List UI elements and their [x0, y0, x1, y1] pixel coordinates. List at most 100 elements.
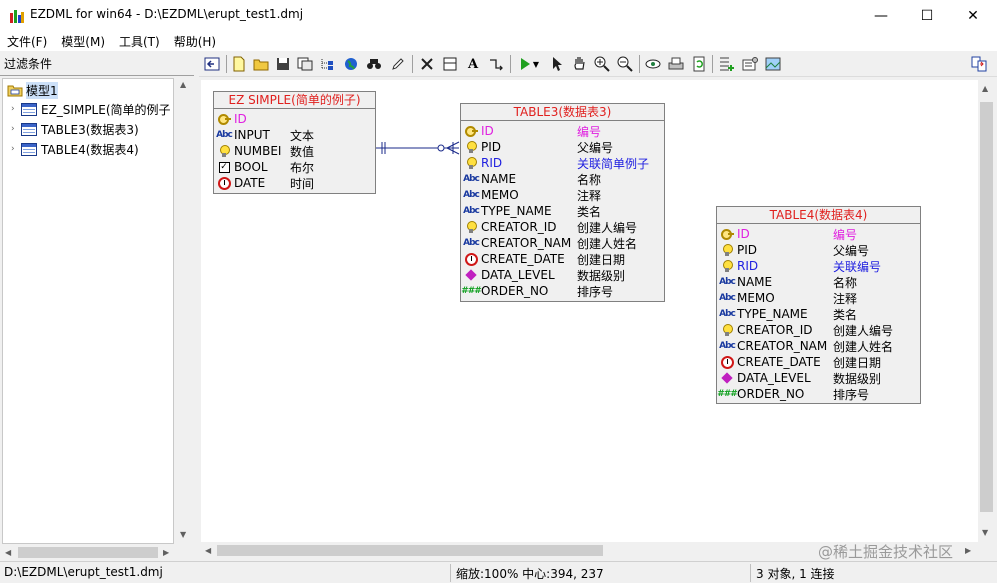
tree-root-model[interactable]: 模型1 [7, 81, 58, 99]
field-bulb-icon [719, 259, 735, 273]
menu-model[interactable]: 模型(M) [54, 31, 112, 51]
run-menu-icon: ▼ [532, 59, 540, 69]
view-button[interactable] [643, 54, 663, 74]
expand-chevron-icon[interactable]: › [11, 144, 21, 154]
field-row[interactable]: ### ORDER_NO 排序号 [717, 386, 869, 402]
field-row[interactable]: Abc MEMO 注释 [719, 290, 857, 306]
scroll-right-icon[interactable]: ▶ [163, 548, 169, 557]
minimize-button[interactable]: — [858, 0, 904, 31]
hand-button[interactable] [570, 54, 590, 74]
field-row[interactable]: DATA_LEVEL 数据级别 [719, 370, 881, 386]
switch-button[interactable] [969, 54, 989, 74]
field-name: CREATOR_NAM [481, 236, 572, 250]
properties-button[interactable] [740, 54, 760, 74]
back-button[interactable] [202, 54, 222, 74]
save-button[interactable] [273, 54, 293, 74]
entity-title: EZ SIMPLE(简单的例子) [214, 92, 375, 109]
maximize-button[interactable]: ☐ [904, 0, 950, 31]
zoom-in-button[interactable] [592, 54, 612, 74]
field-row[interactable]: RID 关联简单例子 [463, 155, 649, 171]
field-row[interactable]: ✓ BOOL 布尔 [216, 159, 314, 175]
model-tree[interactable]: 模型1 › EZ_SIMPLE(简单的例子 › TABLE3(数据表3) › T… [2, 78, 174, 544]
tree-item-table4[interactable]: › TABLE4(数据表4) [11, 140, 139, 158]
field-row[interactable]: Abc MEMO 注释 [463, 187, 601, 203]
field-row[interactable]: ID [216, 111, 286, 127]
field-row[interactable]: Abc TYPE_NAME 类名 [463, 203, 601, 219]
entity-ez-simple[interactable]: EZ SIMPLE(简单的例子) ID Abc INPUT 文本 NUMBEI 数值 ✓ BO… [213, 91, 376, 194]
scroll-down-icon[interactable]: ▼ [982, 528, 988, 537]
checkbox-icon: ✓ [218, 161, 230, 173]
close-button[interactable]: ✕ [950, 0, 996, 31]
find-button[interactable] [364, 54, 384, 74]
scroll-right-icon[interactable]: ▶ [965, 546, 971, 555]
save-as-button[interactable] [295, 54, 315, 74]
scroll-thumb[interactable] [217, 545, 603, 556]
field-row[interactable]: DATA_LEVEL 数据级别 [463, 267, 625, 283]
scroll-left-icon[interactable]: ◀ [205, 546, 211, 555]
entity-table3[interactable]: TABLE3(数据表3) ID 编号 PID 父编号 RID 关联简单例子 Abc NAME 名… [460, 103, 665, 302]
pointer-button[interactable] [547, 54, 567, 74]
entity-table4[interactable]: TABLE4(数据表4) ID 编号 PID 父编号 RID 关联编号 Abc NAME 名称 A… [716, 206, 921, 404]
scroll-thumb[interactable] [18, 547, 158, 558]
field-row[interactable]: Abc CREATOR_NAM 创建人姓名 [719, 338, 893, 354]
title-bar[interactable]: EZDML for win64 - D:\EZDML\erupt_test1.d… [0, 0, 997, 31]
field-bulb-icon [463, 156, 479, 170]
field-row[interactable]: RID 关联编号 [719, 258, 881, 274]
text-button[interactable]: A [463, 54, 483, 74]
field-row[interactable]: ID 编号 [719, 226, 857, 242]
scroll-down-icon[interactable]: ▼ [180, 530, 186, 539]
globe-button[interactable] [341, 54, 361, 74]
scroll-thumb[interactable] [980, 102, 993, 512]
scroll-up-icon[interactable]: ▲ [180, 80, 186, 89]
tree-item-ez-simple[interactable]: › EZ_SIMPLE(简单的例子 [11, 100, 171, 118]
field-row[interactable]: Abc TYPE_NAME 类名 [719, 306, 857, 322]
field-comment: 类名 [833, 307, 858, 322]
field-row[interactable]: ID 编号 [463, 123, 601, 139]
field-row[interactable]: Abc NAME 名称 [719, 274, 857, 290]
field-row[interactable]: PID 父编号 [719, 242, 869, 258]
diagram-canvas[interactable]: EZ SIMPLE(简单的例子) ID Abc INPUT 文本 NUMBEI 数值 ✓ BO… [201, 80, 978, 542]
field-name: NUMBEI [234, 144, 282, 158]
field-row[interactable]: Abc NAME 名称 [463, 171, 601, 187]
menu-file[interactable]: 文件(F) [0, 31, 54, 51]
open-button[interactable] [251, 54, 271, 74]
field-row[interactable]: CREATOR_ID 创建人编号 [719, 322, 893, 338]
print-button[interactable] [666, 54, 686, 74]
toolbar: A ▼ [199, 51, 997, 77]
edit-button[interactable] [388, 54, 408, 74]
field-row[interactable]: CREATE_DATE 创建日期 [719, 354, 881, 370]
field-row[interactable]: ### ORDER_NO 排序号 [461, 283, 613, 299]
field-row[interactable]: NUMBEI 数值 [216, 143, 314, 159]
scroll-up-icon[interactable]: ▲ [982, 84, 988, 93]
menu-tools[interactable]: 工具(T) [112, 31, 167, 51]
menu-help[interactable]: 帮助(H) [167, 31, 223, 51]
tree-button[interactable] [317, 54, 337, 74]
zoom-out-button[interactable] [615, 54, 635, 74]
link-button[interactable] [486, 54, 506, 74]
image-button[interactable] [763, 54, 783, 74]
refresh-button[interactable] [689, 54, 709, 74]
tree-horizontal-scrollbar[interactable]: ◀ ▶ [2, 544, 174, 561]
delete-button[interactable] [417, 54, 437, 74]
filter-input[interactable]: 过滤条件 [4, 55, 52, 72]
field-row[interactable]: Abc INPUT 文本 [216, 127, 314, 143]
add-table-button[interactable] [717, 54, 737, 74]
tree-item-table3[interactable]: › TABLE3(数据表3) [11, 120, 139, 138]
expand-chevron-icon[interactable]: › [11, 124, 21, 134]
scroll-left-icon[interactable]: ◀ [5, 548, 11, 557]
tree-vertical-scrollbar[interactable]: ▲ ▼ [176, 78, 192, 544]
new-button[interactable] [229, 54, 249, 74]
field-row[interactable]: DATE 时间 [216, 175, 314, 191]
field-row[interactable]: Abc CREATOR_NAM 创建人姓名 [463, 235, 637, 251]
run-menu-button[interactable]: ▼ [530, 54, 542, 74]
field-row[interactable]: PID 父编号 [463, 139, 613, 155]
expand-chevron-icon[interactable]: › [11, 104, 21, 114]
tree-icon [321, 59, 333, 70]
number-type-icon: ### [717, 389, 738, 399]
field-comment: 数据级别 [833, 371, 882, 386]
field-row[interactable]: CREATOR_ID 创建人编号 [463, 219, 637, 235]
field-row[interactable]: CREATE_DATE 创建日期 [463, 251, 625, 267]
panel-splitter[interactable] [194, 51, 199, 563]
table-button[interactable] [440, 54, 460, 74]
canvas-vertical-scrollbar[interactable]: ▲ ▼ [978, 80, 995, 542]
